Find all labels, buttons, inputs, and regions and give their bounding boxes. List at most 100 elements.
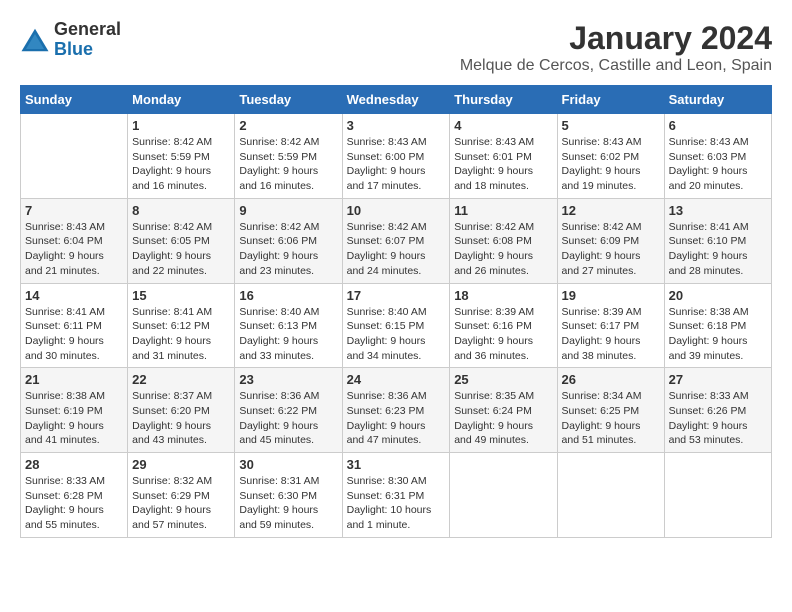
day-number: 25 (454, 372, 552, 387)
calendar-week-row: 14 Sunrise: 8:41 AM Sunset: 6:11 PM Dayli… (21, 283, 772, 368)
calendar-cell (664, 453, 771, 538)
calendar-cell: 9 Sunrise: 8:42 AM Sunset: 6:06 PM Daylig… (235, 198, 342, 283)
day-info: Sunrise: 8:39 AM Sunset: 6:17 PM Dayligh… (562, 305, 660, 364)
calendar-cell: 11 Sunrise: 8:42 AM Sunset: 6:08 PM Dayli… (450, 198, 557, 283)
day-info: Sunrise: 8:43 AM Sunset: 6:00 PM Dayligh… (347, 135, 446, 194)
day-number: 26 (562, 372, 660, 387)
day-number: 6 (669, 118, 767, 133)
logo: General Blue (20, 20, 121, 60)
day-info: Sunrise: 8:38 AM Sunset: 6:18 PM Dayligh… (669, 305, 767, 364)
header-cell-saturday: Saturday (664, 86, 771, 114)
day-number: 3 (347, 118, 446, 133)
day-number: 21 (25, 372, 123, 387)
calendar-week-row: 7 Sunrise: 8:43 AM Sunset: 6:04 PM Daylig… (21, 198, 772, 283)
day-number: 19 (562, 288, 660, 303)
calendar-cell: 1 Sunrise: 8:42 AM Sunset: 5:59 PM Daylig… (128, 114, 235, 199)
logo-general: General (54, 20, 121, 40)
calendar-cell (21, 114, 128, 199)
calendar-cell: 30 Sunrise: 8:31 AM Sunset: 6:30 PM Dayli… (235, 453, 342, 538)
calendar-cell: 5Sunrise: 8:43 AM Sunset: 6:02 PM Daylig… (557, 114, 664, 199)
calendar-cell: 6 Sunrise: 8:43 AM Sunset: 6:03 PM Daylig… (664, 114, 771, 199)
calendar-cell: 16Sunrise: 8:40 AM Sunset: 6:13 PM Dayli… (235, 283, 342, 368)
calendar-cell (557, 453, 664, 538)
calendar-cell: 7 Sunrise: 8:43 AM Sunset: 6:04 PM Daylig… (21, 198, 128, 283)
day-info: Sunrise: 8:43 AM Sunset: 6:01 PM Dayligh… (454, 135, 552, 194)
title-section: January 2024 Melque de Cercos, Castille … (460, 20, 772, 75)
day-number: 7 (25, 203, 123, 218)
day-number: 17 (347, 288, 446, 303)
header-cell-tuesday: Tuesday (235, 86, 342, 114)
calendar-week-row: 21 Sunrise: 8:38 AM Sunset: 6:19 PM Dayli… (21, 368, 772, 453)
day-info: Sunrise: 8:38 AM Sunset: 6:19 PM Dayligh… (25, 389, 123, 448)
day-number: 12 (562, 203, 660, 218)
day-number: 4 (454, 118, 552, 133)
page-header: General Blue January 2024 Melque de Cerc… (20, 20, 772, 75)
logo-icon (20, 25, 50, 55)
day-number: 18 (454, 288, 552, 303)
day-number: 30 (239, 457, 337, 472)
calendar-cell: 17 Sunrise: 8:40 AM Sunset: 6:15 PM Dayli… (342, 283, 450, 368)
day-info: Sunrise: 8:42 AM Sunset: 6:09 PM Dayligh… (562, 220, 660, 279)
day-info: Sunrise: 8:41 AM Sunset: 6:12 PM Dayligh… (132, 305, 230, 364)
calendar-cell: 12 Sunrise: 8:42 AM Sunset: 6:09 PM Dayli… (557, 198, 664, 283)
day-number: 14 (25, 288, 123, 303)
day-number: 2 (239, 118, 337, 133)
day-info: Sunrise: 8:43 AM Sunset: 6:04 PM Dayligh… (25, 220, 123, 279)
day-info: Sunrise: 8:42 AM Sunset: 5:59 PM Dayligh… (239, 135, 337, 194)
day-number: 20 (669, 288, 767, 303)
calendar-body: 1 Sunrise: 8:42 AM Sunset: 5:59 PM Daylig… (21, 114, 772, 538)
day-number: 8 (132, 203, 230, 218)
day-number: 1 (132, 118, 230, 133)
header-cell-friday: Friday (557, 86, 664, 114)
day-number: 24 (347, 372, 446, 387)
calendar-cell: 8 Sunrise: 8:42 AM Sunset: 6:05 PM Daylig… (128, 198, 235, 283)
day-number: 29 (132, 457, 230, 472)
day-info: Sunrise: 8:31 AM Sunset: 6:30 PM Dayligh… (239, 474, 337, 533)
day-info: Sunrise: 8:33 AM Sunset: 6:28 PM Dayligh… (25, 474, 123, 533)
calendar-cell: 19 Sunrise: 8:39 AM Sunset: 6:17 PM Dayli… (557, 283, 664, 368)
day-info: Sunrise: 8:35 AM Sunset: 6:24 PM Dayligh… (454, 389, 552, 448)
day-number: 5 (562, 118, 660, 133)
day-number: 27 (669, 372, 767, 387)
header-row: SundayMondayTuesdayWednesdayThursdayFrid… (21, 86, 772, 114)
calendar-cell: 4 Sunrise: 8:43 AM Sunset: 6:01 PM Daylig… (450, 114, 557, 199)
logo-blue: Blue (54, 40, 121, 60)
day-info: Sunrise: 8:43 AM Sunset: 6:03 PM Dayligh… (669, 135, 767, 194)
day-info: Sunrise: 8:42 AM Sunset: 5:59 PM Dayligh… (132, 135, 230, 194)
day-info: Sunrise: 8:40 AM Sunset: 6:15 PM Dayligh… (347, 305, 446, 364)
calendar-week-row: 28 Sunrise: 8:33 AM Sunset: 6:28 PM Dayli… (21, 453, 772, 538)
day-info: Sunrise: 8:42 AM Sunset: 6:06 PM Dayligh… (239, 220, 337, 279)
day-number: 28 (25, 457, 123, 472)
day-info: Sunrise: 8:42 AM Sunset: 6:07 PM Dayligh… (347, 220, 446, 279)
day-info: Sunrise: 8:39 AM Sunset: 6:16 PM Dayligh… (454, 305, 552, 364)
day-info: Sunrise: 8:33 AM Sunset: 6:26 PM Dayligh… (669, 389, 767, 448)
calendar-cell: 21 Sunrise: 8:38 AM Sunset: 6:19 PM Dayli… (21, 368, 128, 453)
day-info: Sunrise: 8:42 AM Sunset: 6:08 PM Dayligh… (454, 220, 552, 279)
day-info: Sunrise: 8:42 AM Sunset: 6:05 PM Dayligh… (132, 220, 230, 279)
calendar-cell: 25 Sunrise: 8:35 AM Sunset: 6:24 PM Dayli… (450, 368, 557, 453)
calendar-cell: 14 Sunrise: 8:41 AM Sunset: 6:11 PM Dayli… (21, 283, 128, 368)
calendar-cell: 13 Sunrise: 8:41 AM Sunset: 6:10 PM Dayli… (664, 198, 771, 283)
calendar-cell: 10Sunrise: 8:42 AM Sunset: 6:07 PM Dayli… (342, 198, 450, 283)
day-info: Sunrise: 8:41 AM Sunset: 6:10 PM Dayligh… (669, 220, 767, 279)
day-info: Sunrise: 8:41 AM Sunset: 6:11 PM Dayligh… (25, 305, 123, 364)
day-info: Sunrise: 8:30 AM Sunset: 6:31 PM Dayligh… (347, 474, 446, 533)
day-info: Sunrise: 8:34 AM Sunset: 6:25 PM Dayligh… (562, 389, 660, 448)
calendar-week-row: 1 Sunrise: 8:42 AM Sunset: 5:59 PM Daylig… (21, 114, 772, 199)
day-number: 9 (239, 203, 337, 218)
calendar-header: SundayMondayTuesdayWednesdayThursdayFrid… (21, 86, 772, 114)
calendar-cell (450, 453, 557, 538)
location-subtitle: Melque de Cercos, Castille and Leon, Spa… (460, 57, 772, 75)
calendar-cell: 26 Sunrise: 8:34 AM Sunset: 6:25 PM Dayli… (557, 368, 664, 453)
day-info: Sunrise: 8:32 AM Sunset: 6:29 PM Dayligh… (132, 474, 230, 533)
calendar-cell: 24 Sunrise: 8:36 AM Sunset: 6:23 PM Dayli… (342, 368, 450, 453)
day-number: 23 (239, 372, 337, 387)
header-cell-wednesday: Wednesday (342, 86, 450, 114)
calendar-cell: 15Sunrise: 8:41 AM Sunset: 6:12 PM Dayli… (128, 283, 235, 368)
day-info: Sunrise: 8:36 AM Sunset: 6:23 PM Dayligh… (347, 389, 446, 448)
header-cell-thursday: Thursday (450, 86, 557, 114)
calendar-cell: 27 Sunrise: 8:33 AM Sunset: 6:26 PM Dayli… (664, 368, 771, 453)
day-number: 13 (669, 203, 767, 218)
day-number: 11 (454, 203, 552, 218)
day-number: 22 (132, 372, 230, 387)
